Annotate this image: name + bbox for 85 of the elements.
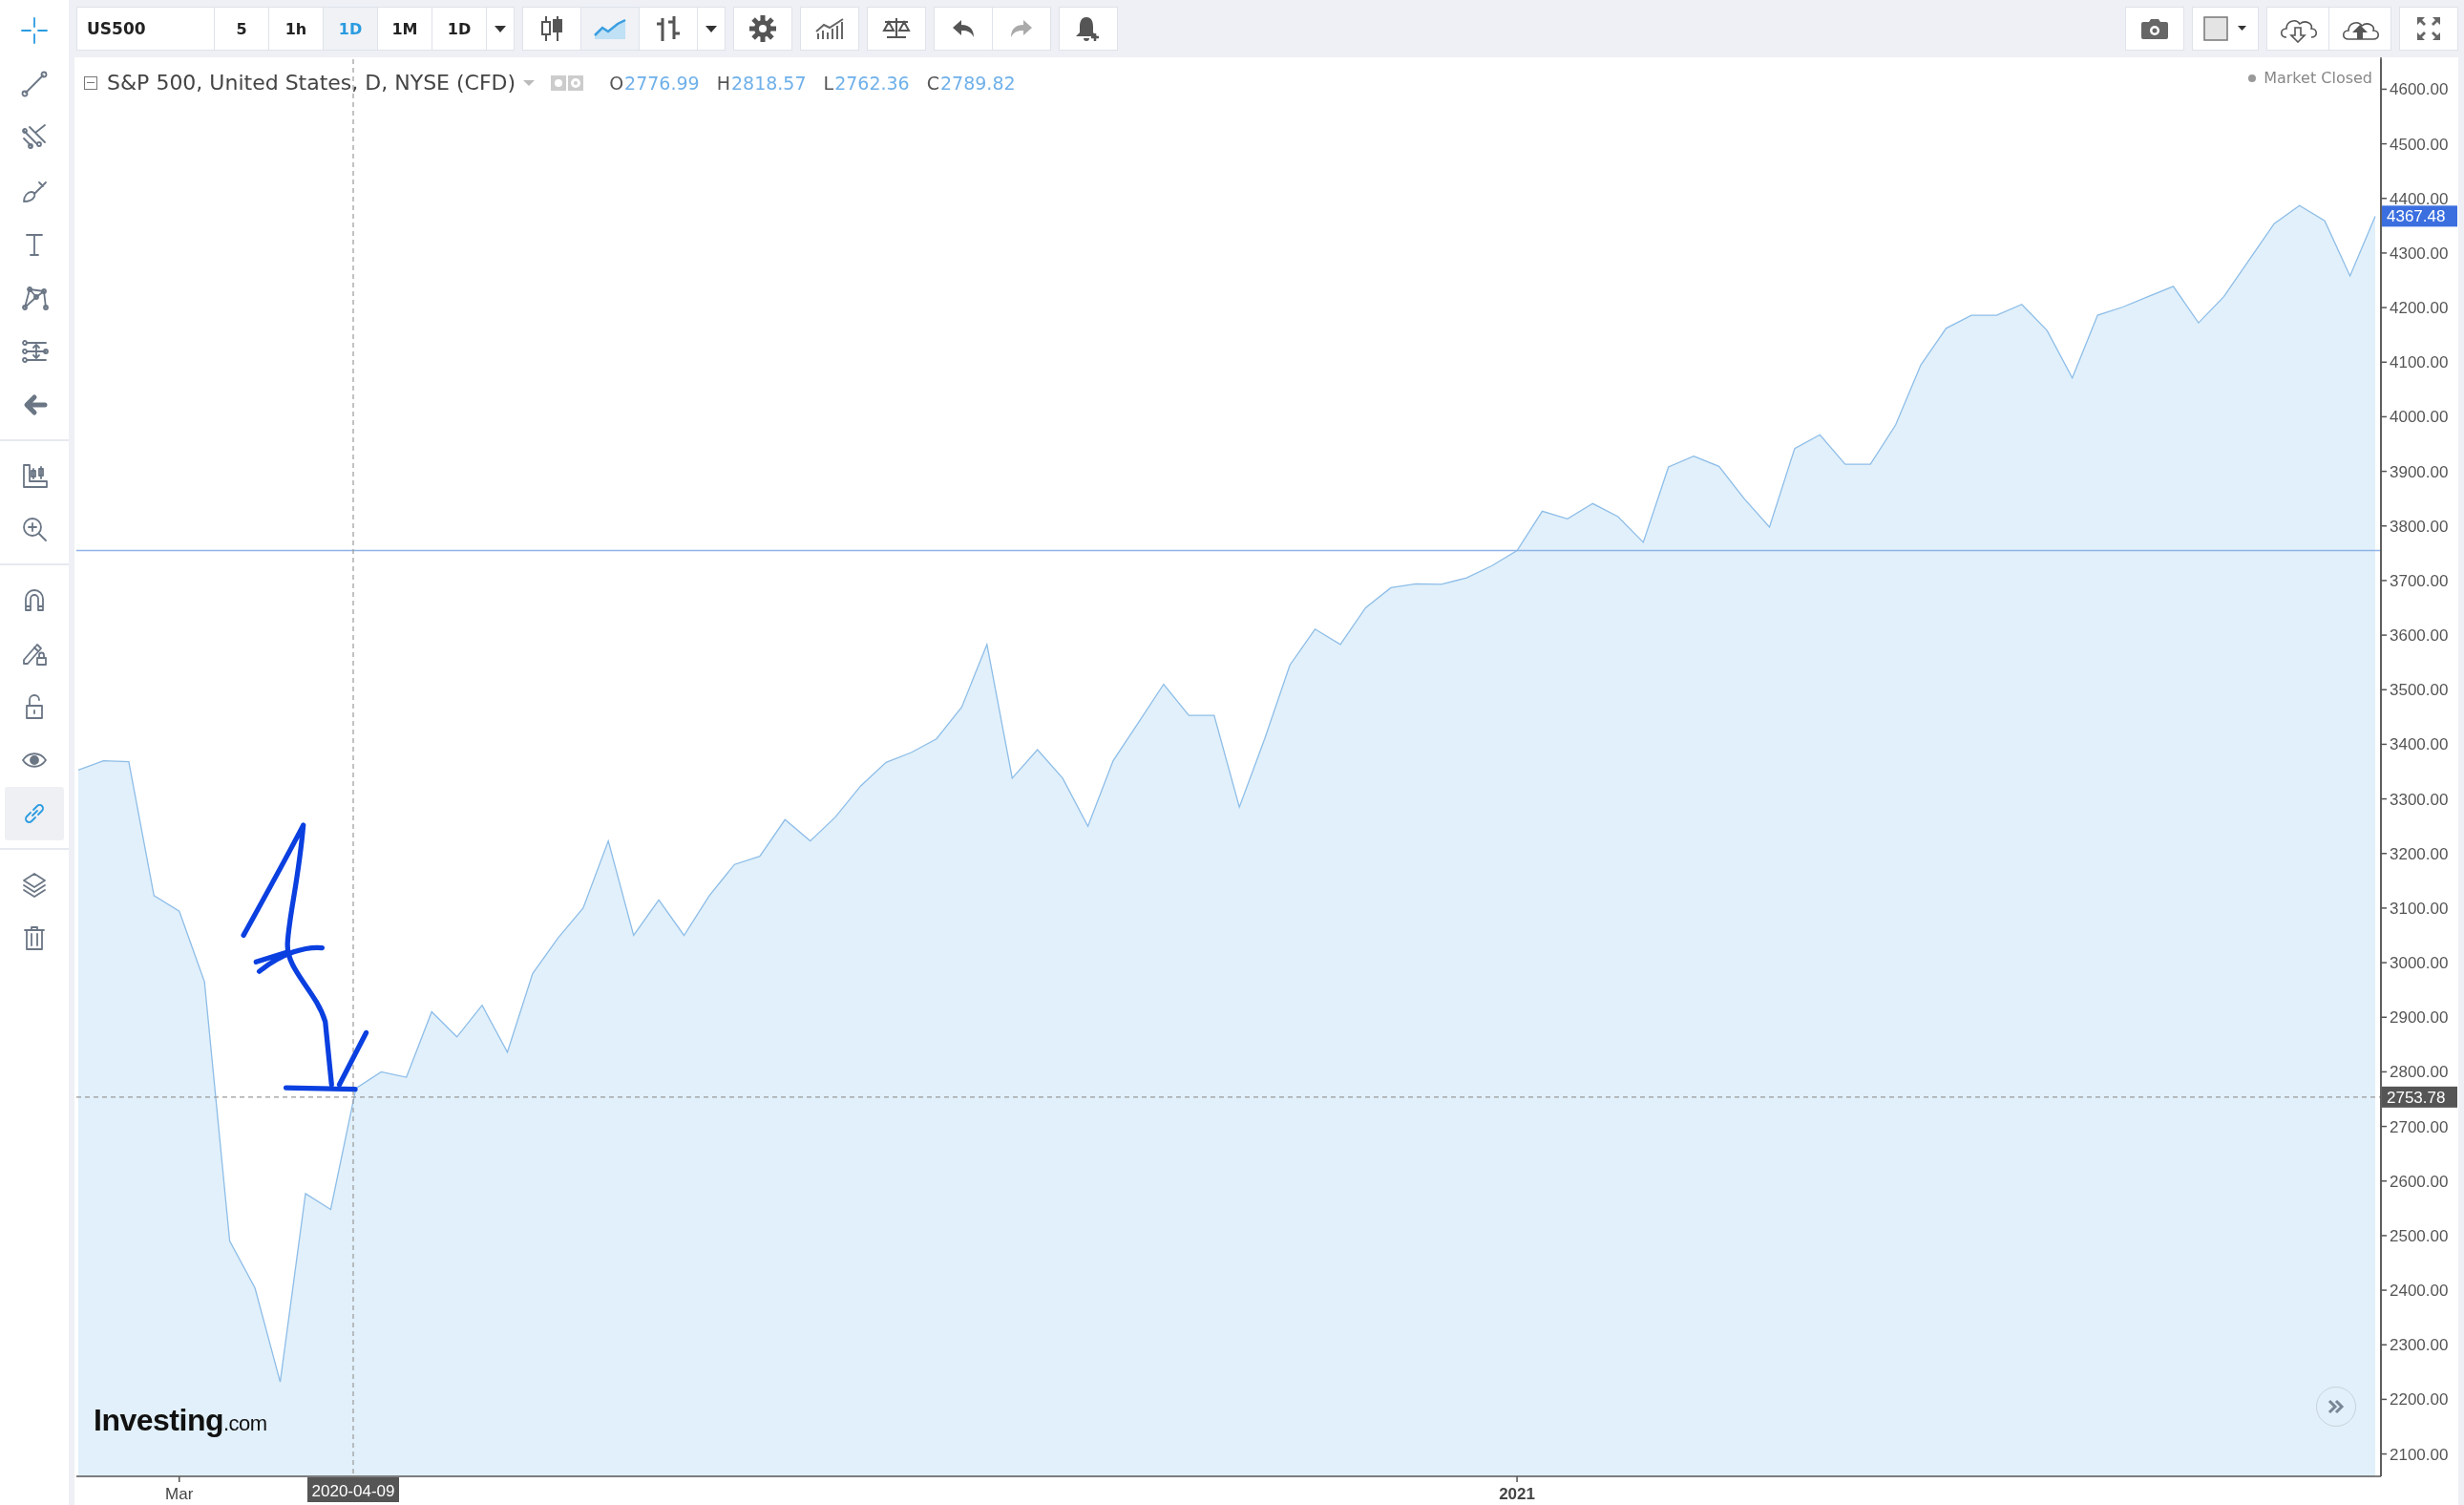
scales-icon	[881, 16, 912, 41]
site-logo: Investing.com	[94, 1403, 267, 1438]
price-tick-label: 3000.00	[2390, 954, 2449, 973]
interval-button[interactable]: 1D	[432, 7, 487, 51]
price-tick-label: 3400.00	[2390, 735, 2449, 754]
price-tick-label: 2500.00	[2390, 1226, 2449, 1245]
time-tick-label: 2021	[1499, 1485, 1535, 1503]
camera-icon	[2140, 17, 2169, 40]
price-tick-label: 4500.00	[2390, 135, 2449, 154]
undo-icon	[951, 18, 976, 39]
cloud-upload-button[interactable]	[2328, 7, 2391, 51]
price-tick-label: 3500.00	[2390, 681, 2449, 700]
undo-button[interactable]	[934, 7, 993, 51]
price-tick-label: 2600.00	[2390, 1172, 2449, 1191]
indicators-icon	[814, 16, 845, 41]
measure-icon	[20, 337, 49, 366]
color-button[interactable]	[2192, 7, 2259, 51]
ohlc-label: C	[926, 72, 939, 94]
alert-button[interactable]	[1059, 7, 1118, 51]
interval-button[interactable]: 5	[214, 7, 269, 51]
layers-icon	[20, 870, 49, 899]
price-tick-label: 4300.00	[2390, 244, 2449, 263]
ohlc-value: 2789.82	[940, 72, 1016, 94]
cloud-download-button[interactable]	[2266, 7, 2329, 51]
price-tick-label: 3200.00	[2390, 844, 2449, 863]
market-status-text: Market Closed	[2264, 69, 2372, 87]
price-tick-label: 4100.00	[2390, 353, 2449, 372]
candles-icon	[539, 14, 564, 43]
price-tick-label: 2100.00	[2390, 1445, 2449, 1464]
symbol-title: S&P 500, United States, D, NYSE (CFD)	[107, 71, 516, 95]
ohlc-value: 2818.57	[730, 72, 807, 94]
zoom-in-icon	[20, 515, 49, 543]
price-tick-label: 2900.00	[2390, 1008, 2449, 1028]
ohlc-value: 2762.36	[834, 72, 910, 94]
double-chevron-icon	[2327, 1399, 2345, 1414]
last-price-badge: 4367.48	[2382, 205, 2457, 227]
bars-icon	[655, 14, 682, 43]
price-tick-label: 3600.00	[2390, 626, 2449, 646]
price-tick-label: 2200.00	[2390, 1390, 2449, 1410]
fullscreen-icon	[2415, 15, 2442, 42]
fullscreen-button[interactable]	[2399, 7, 2458, 51]
price-tick-label: 3300.00	[2390, 790, 2449, 809]
pattern-icon	[20, 284, 49, 312]
ohlc-label: L	[823, 72, 834, 94]
candles-ruler-icon	[20, 461, 49, 490]
caret-icon	[495, 25, 506, 32]
price-tick-label: 4200.00	[2390, 299, 2449, 318]
scales-button[interactable]	[867, 7, 926, 51]
ohlc-label: H	[716, 72, 730, 94]
redo-icon	[1009, 18, 1034, 39]
settings-button[interactable]	[733, 7, 792, 51]
bars-button[interactable]	[639, 7, 698, 51]
trend-line-icon	[20, 70, 49, 98]
crosshair-date-badge: 2020-04-09	[307, 1477, 399, 1502]
collapse-icon[interactable]	[84, 75, 97, 90]
dropdown-button[interactable]	[486, 7, 515, 51]
candles-button[interactable]	[522, 7, 581, 51]
indicators-button[interactable]	[800, 7, 859, 51]
color-swatch-icon	[2202, 15, 2248, 42]
price-tick-label: 3900.00	[2390, 462, 2449, 481]
area-chart-icon	[593, 18, 627, 39]
camera-button[interactable]	[2125, 7, 2184, 51]
settings-icon	[748, 14, 777, 43]
price-tick-label: 4000.00	[2390, 408, 2449, 427]
price-tick-label: 2300.00	[2390, 1336, 2449, 1355]
price-tick-label: 2800.00	[2390, 1063, 2449, 1082]
caret-icon	[706, 25, 717, 32]
crosshair-icon	[20, 16, 49, 45]
crosshair-price-badge: 2753.78	[2382, 1086, 2457, 1108]
price-tick-label: 2400.00	[2390, 1282, 2449, 1301]
symbol-field[interactable]: US500	[76, 7, 215, 51]
price-tick-label: 3700.00	[2390, 571, 2449, 590]
price-tick-label: 3100.00	[2390, 899, 2449, 918]
price-tick-label: 4400.00	[2390, 189, 2449, 208]
price-tick-label: 2700.00	[2390, 1117, 2449, 1136]
pitchfork-icon	[20, 123, 49, 152]
status-dot-icon	[2248, 74, 2257, 82]
time-tick-label: Mar	[165, 1485, 194, 1503]
ohlc-label: O	[609, 72, 624, 94]
dropdown-button[interactable]	[697, 7, 726, 51]
price-tick-label: 4600.00	[2390, 80, 2449, 99]
interval-button[interactable]: 1M	[377, 7, 432, 51]
ohlc-value: 2776.99	[624, 72, 700, 94]
interval-button[interactable]: 1h	[268, 7, 324, 51]
price-tick-label: 3800.00	[2390, 517, 2449, 536]
